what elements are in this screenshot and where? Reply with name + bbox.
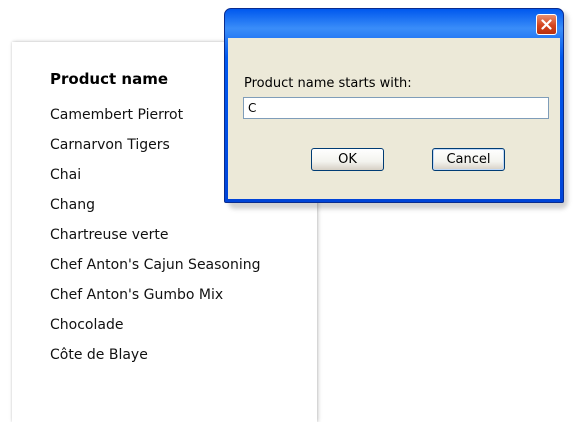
cancel-button[interactable]: Cancel: [432, 148, 505, 171]
prompt-label: Product name starts with:: [244, 76, 412, 91]
close-button[interactable]: [536, 14, 557, 35]
filter-dialog: Product name starts with: OK Cancel: [224, 8, 564, 203]
list-item: Chef Anton's Gumbo Mix: [50, 287, 224, 303]
list-item: Chocolade: [50, 317, 124, 333]
dialog-titlebar[interactable]: [225, 9, 563, 37]
list-item: Chef Anton's Cajun Seasoning: [50, 257, 261, 273]
close-icon: [541, 19, 552, 30]
list-item: Chang: [50, 197, 95, 213]
column-header-product-name: Product name: [50, 70, 169, 88]
list-item: Chai: [50, 167, 82, 183]
list-item: Carnarvon Tigers: [50, 137, 170, 153]
ok-button[interactable]: OK: [311, 148, 384, 171]
list-item: Chartreuse verte: [50, 227, 169, 243]
list-item: Côte de Blaye: [50, 347, 148, 363]
dialog-body: Product name starts with: OK Cancel: [228, 38, 560, 199]
list-item: Camembert Pierrot: [50, 107, 184, 123]
product-name-input[interactable]: [243, 97, 549, 119]
